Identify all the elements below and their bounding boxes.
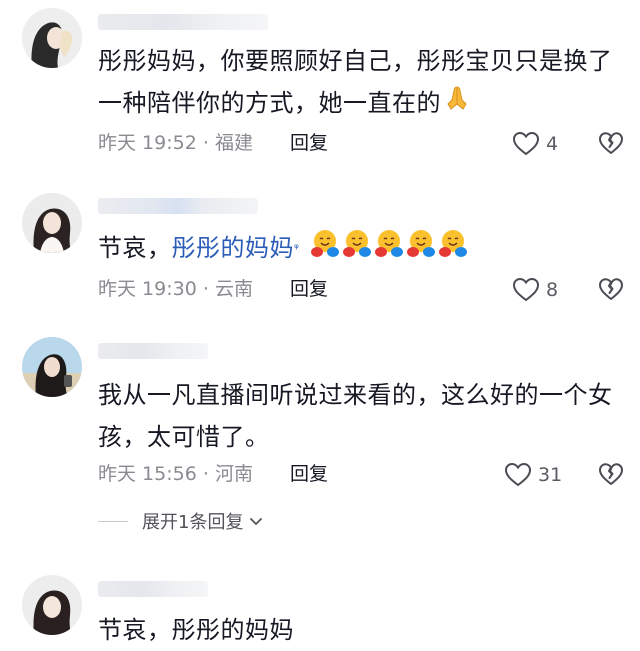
like-button[interactable]: 4 [512, 131, 558, 156]
meta-separator: · [202, 463, 209, 485]
hugging-face-emoji [342, 228, 372, 271]
heart-outline-icon [512, 131, 540, 156]
chevron-down-icon [250, 518, 263, 525]
comment-text: 彤彤妈妈，你要照顾好自己，彤彤宝贝只是换了一种陪伴你的方式，她一直在的 [98, 40, 623, 125]
hugging-face-emoji [438, 228, 468, 271]
comment-meta: 昨天 19:52 · 福建 [98, 131, 253, 155]
like-button[interactable]: 8 [512, 277, 558, 302]
avatar[interactable] [22, 337, 82, 397]
broken-heart-icon[interactable] [598, 131, 624, 155]
avatar[interactable] [22, 575, 82, 635]
expand-replies-button[interactable]: 展开1条回复 [98, 508, 265, 534]
comment-time: 昨天 19:52 [98, 132, 197, 154]
comment-text-body: 节哀，彤彤的妈妈 [98, 616, 294, 644]
comment-text: 节哀，彤彤的妈妈ᵠ [98, 227, 623, 271]
like-count: 4 [546, 132, 559, 155]
expand-replies-label: 展开1条回复 [142, 512, 244, 533]
reply-button[interactable]: 回复 [290, 462, 328, 486]
expand-divider [98, 520, 128, 522]
broken-heart-icon[interactable] [598, 277, 624, 301]
comment-text: 节哀，彤彤的妈妈 [98, 609, 623, 651]
hugging-face-emoji [310, 228, 340, 271]
mention-link[interactable]: 彤彤的妈妈 [172, 234, 295, 262]
heart-outline-icon [504, 462, 532, 487]
comment-location: 福建 [214, 132, 253, 154]
comment-meta: 昨天 15:56 · 河南 [98, 462, 253, 486]
mention-search-icon: ᵠ [294, 241, 300, 255]
avatar[interactable] [22, 8, 82, 68]
like-button[interactable]: 31 [504, 462, 562, 487]
meta-separator: · [202, 278, 209, 300]
comment-meta: 昨天 19:30 · 云南 [98, 277, 253, 301]
heart-outline-icon [512, 277, 540, 302]
reply-button[interactable]: 回复 [290, 131, 328, 155]
avatar[interactable] [22, 193, 82, 253]
username-blurred[interactable] [98, 14, 268, 30]
comment-time: 昨天 19:30 [98, 278, 197, 300]
hugging-face-emoji [406, 228, 436, 271]
comment-text: 我从一凡直播间听说过来看的，这么好的一个女孩，太可惜了。 [98, 374, 623, 458]
username-blurred[interactable] [98, 198, 258, 214]
like-count: 31 [538, 463, 563, 486]
folded-hands-emoji [443, 83, 471, 125]
broken-heart-icon[interactable] [598, 462, 624, 486]
comment-text-body: 我从一凡直播间听说过来看的，这么好的一个女孩，太可惜了。 [98, 381, 613, 451]
hugging-face-emoji [374, 228, 404, 271]
username-blurred[interactable] [98, 343, 208, 359]
comment-location: 云南 [214, 278, 253, 300]
comment-text-body: 彤彤妈妈，你要照顾好自己，彤彤宝贝只是换了一种陪伴你的方式，她一直在的 [98, 47, 613, 117]
comment-text-prefix: 节哀， [98, 234, 172, 262]
username-blurred[interactable] [98, 581, 208, 597]
comment-time: 昨天 15:56 [98, 463, 197, 485]
reply-button[interactable]: 回复 [290, 277, 328, 301]
comment-location: 河南 [214, 463, 253, 485]
meta-separator: · [202, 132, 209, 154]
like-count: 8 [546, 278, 559, 301]
